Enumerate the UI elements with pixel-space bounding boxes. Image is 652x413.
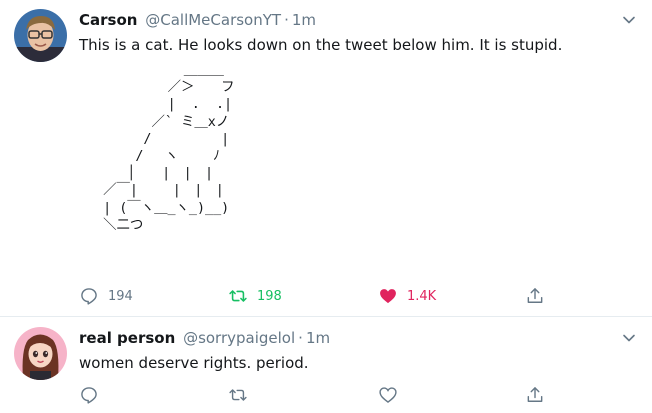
avatar[interactable] (14, 9, 67, 62)
separator-dot: · (284, 11, 289, 29)
reply-button[interactable] (79, 384, 108, 406)
share-button[interactable] (525, 285, 545, 307)
tweet-actions: 194 198 1.4K (79, 285, 559, 307)
tweet-actions (79, 384, 559, 406)
reply-button[interactable]: 194 (79, 285, 133, 307)
user-handle[interactable]: @sorrypaigelol (183, 329, 295, 347)
share-button[interactable] (525, 384, 545, 406)
retweet-button[interactable] (228, 384, 257, 406)
reply-icon (79, 385, 99, 405)
tweet[interactable]: real person @sorrypaigelol · 1m women dese… (0, 318, 652, 413)
tweet-text: women deserve rights. period. (79, 354, 309, 372)
retweet-count: 198 (257, 288, 282, 304)
avatar-photo (14, 327, 67, 380)
chevron-down-icon[interactable] (622, 330, 636, 344)
avatar[interactable] (14, 327, 67, 380)
timestamp[interactable]: 1m (306, 329, 330, 347)
like-button[interactable]: 1.4K (378, 285, 436, 307)
display-name[interactable]: real person (79, 329, 175, 347)
user-handle[interactable]: @CallMeCarsonYT (145, 11, 281, 29)
timestamp[interactable]: 1m (292, 11, 316, 29)
separator-dot: · (298, 329, 303, 347)
retweet-button[interactable]: 198 (228, 285, 282, 307)
heart-icon (378, 286, 398, 306)
avatar-photo (14, 9, 67, 62)
retweet-icon (228, 385, 248, 405)
reply-count: 194 (108, 288, 133, 304)
chevron-down-icon[interactable] (622, 12, 636, 26)
tweet[interactable]: Carson @CallMeCarsonYT · 1m This is a cat.… (0, 0, 652, 317)
tweet-text: This is a cat. He looks down on the twee… (79, 36, 563, 54)
tweet-header: Carson @CallMeCarsonYT · 1m (79, 11, 316, 29)
heart-icon (378, 385, 398, 405)
display-name[interactable]: Carson (79, 11, 137, 29)
like-button[interactable] (378, 384, 407, 406)
tweet-header: real person @sorrypaigelol · 1m (79, 329, 330, 347)
retweet-icon (228, 286, 248, 306)
ascii-cat-art: ＿＿＿ ／＞ フ | . .| ／` ミ＿xノ / | / ヽ ﾉ │ | | … (103, 63, 235, 233)
share-icon (525, 385, 545, 405)
share-icon (525, 286, 545, 306)
like-count: 1.4K (407, 288, 437, 304)
reply-icon (79, 286, 99, 306)
